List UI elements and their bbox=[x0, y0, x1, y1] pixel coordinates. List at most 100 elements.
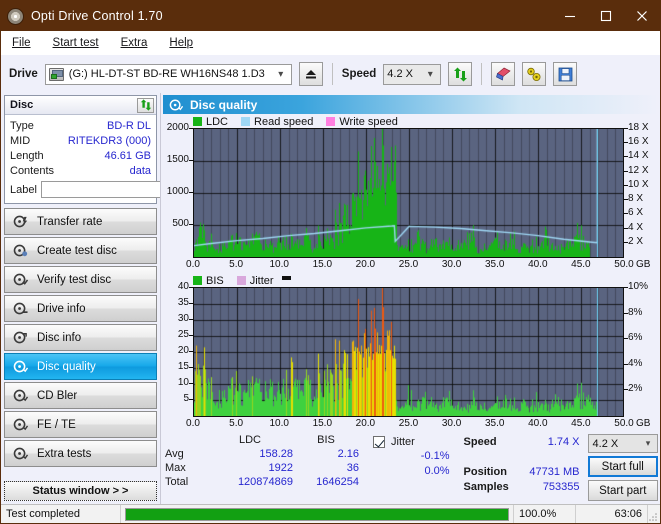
start-part-button[interactable]: Start part bbox=[587, 480, 658, 501]
save-button[interactable] bbox=[553, 62, 578, 86]
ldc-chart: LDC Read speed Write speed 500 1000 1500 20… bbox=[163, 115, 658, 273]
speed-select[interactable]: 4.2 X ▾ bbox=[383, 63, 442, 85]
actions-column: 4.2 X ▾ Start full Start part bbox=[587, 434, 658, 506]
legend-swatch-bis bbox=[193, 276, 202, 285]
window-title: Opti Drive Control 1.70 bbox=[31, 9, 163, 23]
position-value: 47731 MB bbox=[529, 465, 580, 478]
refresh-button[interactable] bbox=[448, 62, 473, 86]
x-tick-label: 20.0 bbox=[355, 259, 376, 270]
drive-select-value: (G:) HL-DT-ST BD-RE WH16NS48 1.D3 bbox=[68, 68, 265, 80]
sidebar-item-label: CD Bler bbox=[37, 389, 78, 402]
erase-button[interactable] bbox=[491, 62, 516, 86]
disc-field-mid: MID RITEKDR3 (000) bbox=[10, 133, 151, 148]
scale-marker-icon bbox=[281, 276, 291, 280]
x-tick-label: 40.0 bbox=[528, 259, 548, 270]
y2-tick-label: 14 X bbox=[624, 150, 649, 162]
tools-button[interactable] bbox=[522, 62, 547, 86]
status-window-button[interactable]: Status window > > bbox=[4, 481, 157, 501]
speed-stat-value: 1.74 X bbox=[547, 435, 580, 448]
stats-row-max-label: Max bbox=[165, 462, 186, 474]
minimize-icon[interactable] bbox=[552, 1, 588, 31]
wrench-icon bbox=[527, 67, 541, 81]
sidebar-item-label: FE / TE bbox=[37, 418, 76, 431]
sidebar-item-verify-test-disc[interactable]: Verify test disc bbox=[4, 266, 157, 293]
stats-avg-bis: 2.16 bbox=[337, 448, 359, 460]
y-tick-label: 30 bbox=[177, 313, 194, 324]
maximize-icon[interactable] bbox=[588, 1, 624, 31]
menu-extra[interactable]: Extra bbox=[118, 35, 151, 51]
refresh-icon bbox=[453, 67, 467, 81]
test-speed-select[interactable]: 4.2 X ▾ bbox=[587, 434, 658, 453]
test-speed-value: 4.2 X bbox=[592, 437, 619, 450]
drive-toolbar: Drive (G:) HL-DT-ST BD-RE WH16NS48 1.D3 … bbox=[1, 55, 660, 93]
menu-help[interactable]: Help bbox=[166, 35, 196, 51]
status-message: Test completed bbox=[1, 505, 121, 523]
sidebar: Disc Type BD-R DL MID RITEKDR3 (000) Len… bbox=[1, 93, 247, 504]
y2-tick-label: 2 X bbox=[623, 235, 644, 247]
bis-chart: BIS Jitter 5 10 15 20 25 30 35 40 2% 4% 6% 8% 10% 0… bbox=[163, 274, 658, 432]
jitter-avg-value: -0.1% bbox=[420, 450, 450, 462]
sidebar-item-disc-quality[interactable]: Disc quality bbox=[4, 353, 157, 380]
eject-button[interactable] bbox=[298, 62, 323, 86]
y-tick-label: 5 bbox=[183, 393, 193, 404]
sidebar-item-drive-info[interactable]: Drive info bbox=[4, 295, 157, 322]
y-tick-label: 20 bbox=[177, 345, 194, 356]
ldc-y-axis-right: 2 X 4 X 6 X 8 X 10 X 12 X 14 X 16 X 18 X bbox=[623, 123, 658, 256]
content-pane: Disc quality LDC Read speed Write speed … bbox=[160, 93, 660, 504]
refresh-icon bbox=[140, 99, 151, 111]
drive-select[interactable]: (G:) HL-DT-ST BD-RE WH16NS48 1.D3 ▾ bbox=[44, 63, 292, 85]
start-full-button[interactable]: Start full bbox=[587, 456, 658, 477]
sidebar-item-label: Create test disc bbox=[37, 244, 117, 257]
sidebar-item-fe-te[interactable]: FE / TE bbox=[4, 411, 157, 438]
x-tick-label: 10.0 bbox=[269, 259, 289, 270]
eraser-icon bbox=[496, 67, 511, 81]
close-icon[interactable] bbox=[624, 1, 660, 31]
sidebar-item-transfer-rate[interactable]: Transfer rate bbox=[4, 208, 157, 235]
legend-swatch-write-speed bbox=[326, 117, 336, 126]
disc-refresh-button[interactable] bbox=[137, 97, 154, 113]
x-tick-label: 15.0 bbox=[312, 259, 333, 270]
disc-arrow-icon bbox=[13, 215, 28, 228]
disc-quality-icon bbox=[169, 99, 183, 110]
menu-file[interactable]: File bbox=[9, 35, 34, 51]
disc-field-contents-value: data bbox=[129, 164, 151, 177]
speed-column: Speed 1.74 X Position 47731 MB Samples 7… bbox=[464, 434, 584, 506]
stats-table: LDC BIS Avg 158.28 2.16 Max 1922 36 Tota… bbox=[165, 434, 359, 506]
legend-swatch-ldc bbox=[193, 117, 202, 126]
disc-field-contents: Contents data bbox=[10, 163, 151, 178]
disc-panel: Disc Type BD-R DL MID RITEKDR3 (000) Len… bbox=[4, 95, 247, 204]
drive-icon bbox=[48, 67, 64, 81]
disc-field-mid-label: MID bbox=[10, 134, 31, 147]
sidebar-item-extra-tests[interactable]: Extra tests bbox=[4, 440, 157, 467]
disc-field-mid-value: RITEKDR3 (000) bbox=[67, 134, 151, 147]
y2-tick-label: 6 X bbox=[623, 207, 644, 219]
speed-stat-label: Speed bbox=[463, 435, 497, 448]
section-header: Disc quality bbox=[163, 95, 658, 114]
x-tick-label: 40.0 bbox=[528, 418, 548, 429]
main-body: Disc Type BD-R DL MID RITEKDR3 (000) Len… bbox=[1, 93, 660, 504]
jitter-max-value: 0.0% bbox=[424, 465, 450, 477]
y-tick-label: 2000 bbox=[166, 122, 194, 133]
disc-label-row: Label bbox=[10, 180, 247, 199]
app-window: Opti Drive Control 1.70 File Start test … bbox=[0, 0, 661, 524]
bis-plot-area bbox=[193, 287, 624, 417]
sidebar-item-label: Transfer rate bbox=[37, 215, 103, 228]
x-tick-label: 20.0 bbox=[355, 418, 376, 429]
sidebar-item-create-test-disc[interactable]: Create test disc bbox=[4, 237, 157, 264]
x-tick-label: 30.0 bbox=[441, 418, 462, 429]
menu-start-test[interactable]: Start test bbox=[50, 35, 102, 51]
progress-bar bbox=[121, 505, 514, 523]
disc-check-icon bbox=[13, 273, 28, 286]
page-title: Disc quality bbox=[190, 97, 258, 112]
x-tick-label: 5.0 bbox=[229, 418, 244, 429]
y2-tick-label: 8 X bbox=[623, 193, 644, 205]
bis-chart-legend: BIS Jitter bbox=[163, 274, 658, 287]
x-tick-label: 0.0 bbox=[186, 259, 200, 270]
jitter-checkbox[interactable] bbox=[373, 435, 385, 448]
resize-grip-icon[interactable] bbox=[648, 505, 660, 523]
sidebar-item-disc-info[interactable]: Disc info bbox=[4, 324, 157, 351]
samples-label: Samples bbox=[463, 480, 509, 493]
sidebar-item-cd-bler[interactable]: CD Bler bbox=[4, 382, 157, 409]
eject-icon bbox=[305, 70, 316, 79]
x-tick-label: 50.0 bbox=[614, 418, 634, 429]
